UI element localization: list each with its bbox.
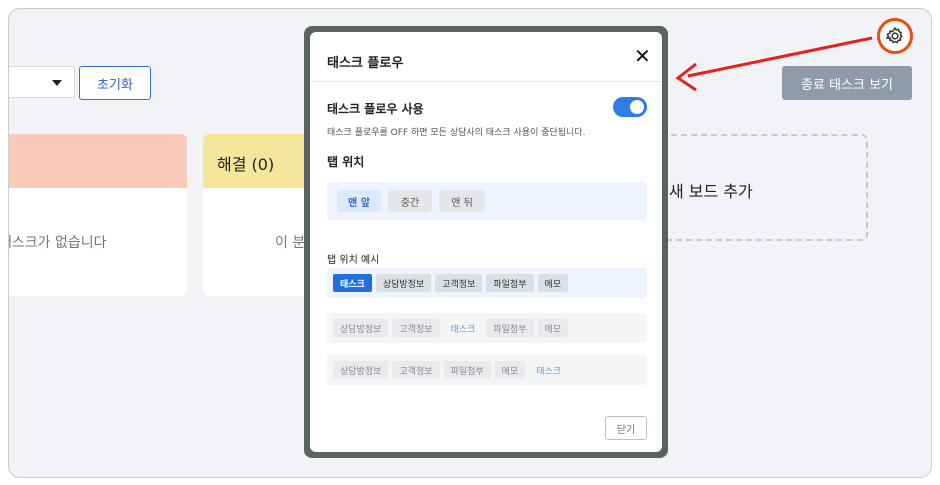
tab-position-options: 맨 앞 중간 맨 뒤: [327, 182, 647, 220]
position-back-button[interactable]: 맨 뒤: [439, 190, 485, 212]
add-board-label: 새 보드 추가: [669, 182, 753, 201]
example-tab: 메모: [537, 274, 569, 292]
example-tab: 메모: [537, 319, 569, 337]
board-column-header: [9, 134, 187, 188]
task-flow-modal: 태스크 플로우 ✕ 태스크 플로우 사용 태스크 플로우를 OFF 하면 모든 …: [310, 32, 662, 452]
task-flow-description: 태스크 플로우를 OFF 하면 모든 상담사의 태스크 사용이 중단됩니다.: [327, 128, 586, 138]
board-column-header: 해결 (0): [203, 134, 313, 188]
tab-position-example-label: 탭 위치 예시: [327, 255, 380, 266]
filter-select[interactable]: [9, 66, 75, 98]
gear-icon: [886, 27, 903, 44]
example-tab: 상담방정보: [333, 319, 389, 337]
example-row-back: 상담방정보 고객정보 파일첨부 메모 태스크: [327, 355, 647, 385]
example-tab: 파일첨부: [486, 319, 534, 337]
modal-close-button[interactable]: 닫기: [605, 416, 647, 440]
chevron-down-icon: [52, 80, 62, 86]
example-tab: 고객정보: [435, 274, 483, 292]
toggle-knob: [630, 100, 644, 114]
modal-title: 태스크 플로우: [327, 56, 404, 71]
position-front-button[interactable]: 맨 앞: [337, 190, 381, 212]
example-tab: 태스크: [536, 366, 562, 377]
position-middle-button[interactable]: 중간: [388, 190, 432, 212]
example-tab: 고객정보: [392, 319, 440, 337]
example-tab: 파일첨부: [443, 361, 491, 379]
example-tab: 상담방정보: [333, 361, 389, 379]
reset-button[interactable]: 초기화: [79, 66, 151, 100]
board-column-resolved: 해결 (0) 이 분: [203, 134, 313, 296]
view-closed-tasks-button[interactable]: 종료 태스크 보기: [782, 66, 912, 100]
board-column: 태스크가 없습니다: [8, 134, 187, 296]
empty-message: 이 분: [275, 235, 306, 251]
example-row-front: 태스크 상담방정보 고객정보 파일첨부 메모: [327, 268, 647, 298]
task-flow-use-label: 태스크 플로우 사용: [327, 102, 424, 116]
divider: [310, 81, 662, 82]
close-icon[interactable]: ✕: [634, 46, 651, 66]
tab-position-label: 탭 위치: [327, 155, 365, 169]
example-tab: 고객정보: [392, 361, 440, 379]
settings-button[interactable]: [877, 18, 913, 54]
example-row-middle: 상담방정보 고객정보 태스크 파일첨부 메모: [327, 313, 647, 343]
example-tab: 태스크: [333, 274, 372, 292]
example-tab: 태스크: [450, 324, 476, 335]
example-tab: 파일첨부: [486, 274, 534, 292]
task-flow-toggle[interactable]: [613, 97, 647, 117]
example-tab: 메모: [494, 361, 526, 379]
empty-message: 태스크가 없습니다: [8, 235, 107, 251]
example-tab: 상담방정보: [375, 274, 432, 292]
